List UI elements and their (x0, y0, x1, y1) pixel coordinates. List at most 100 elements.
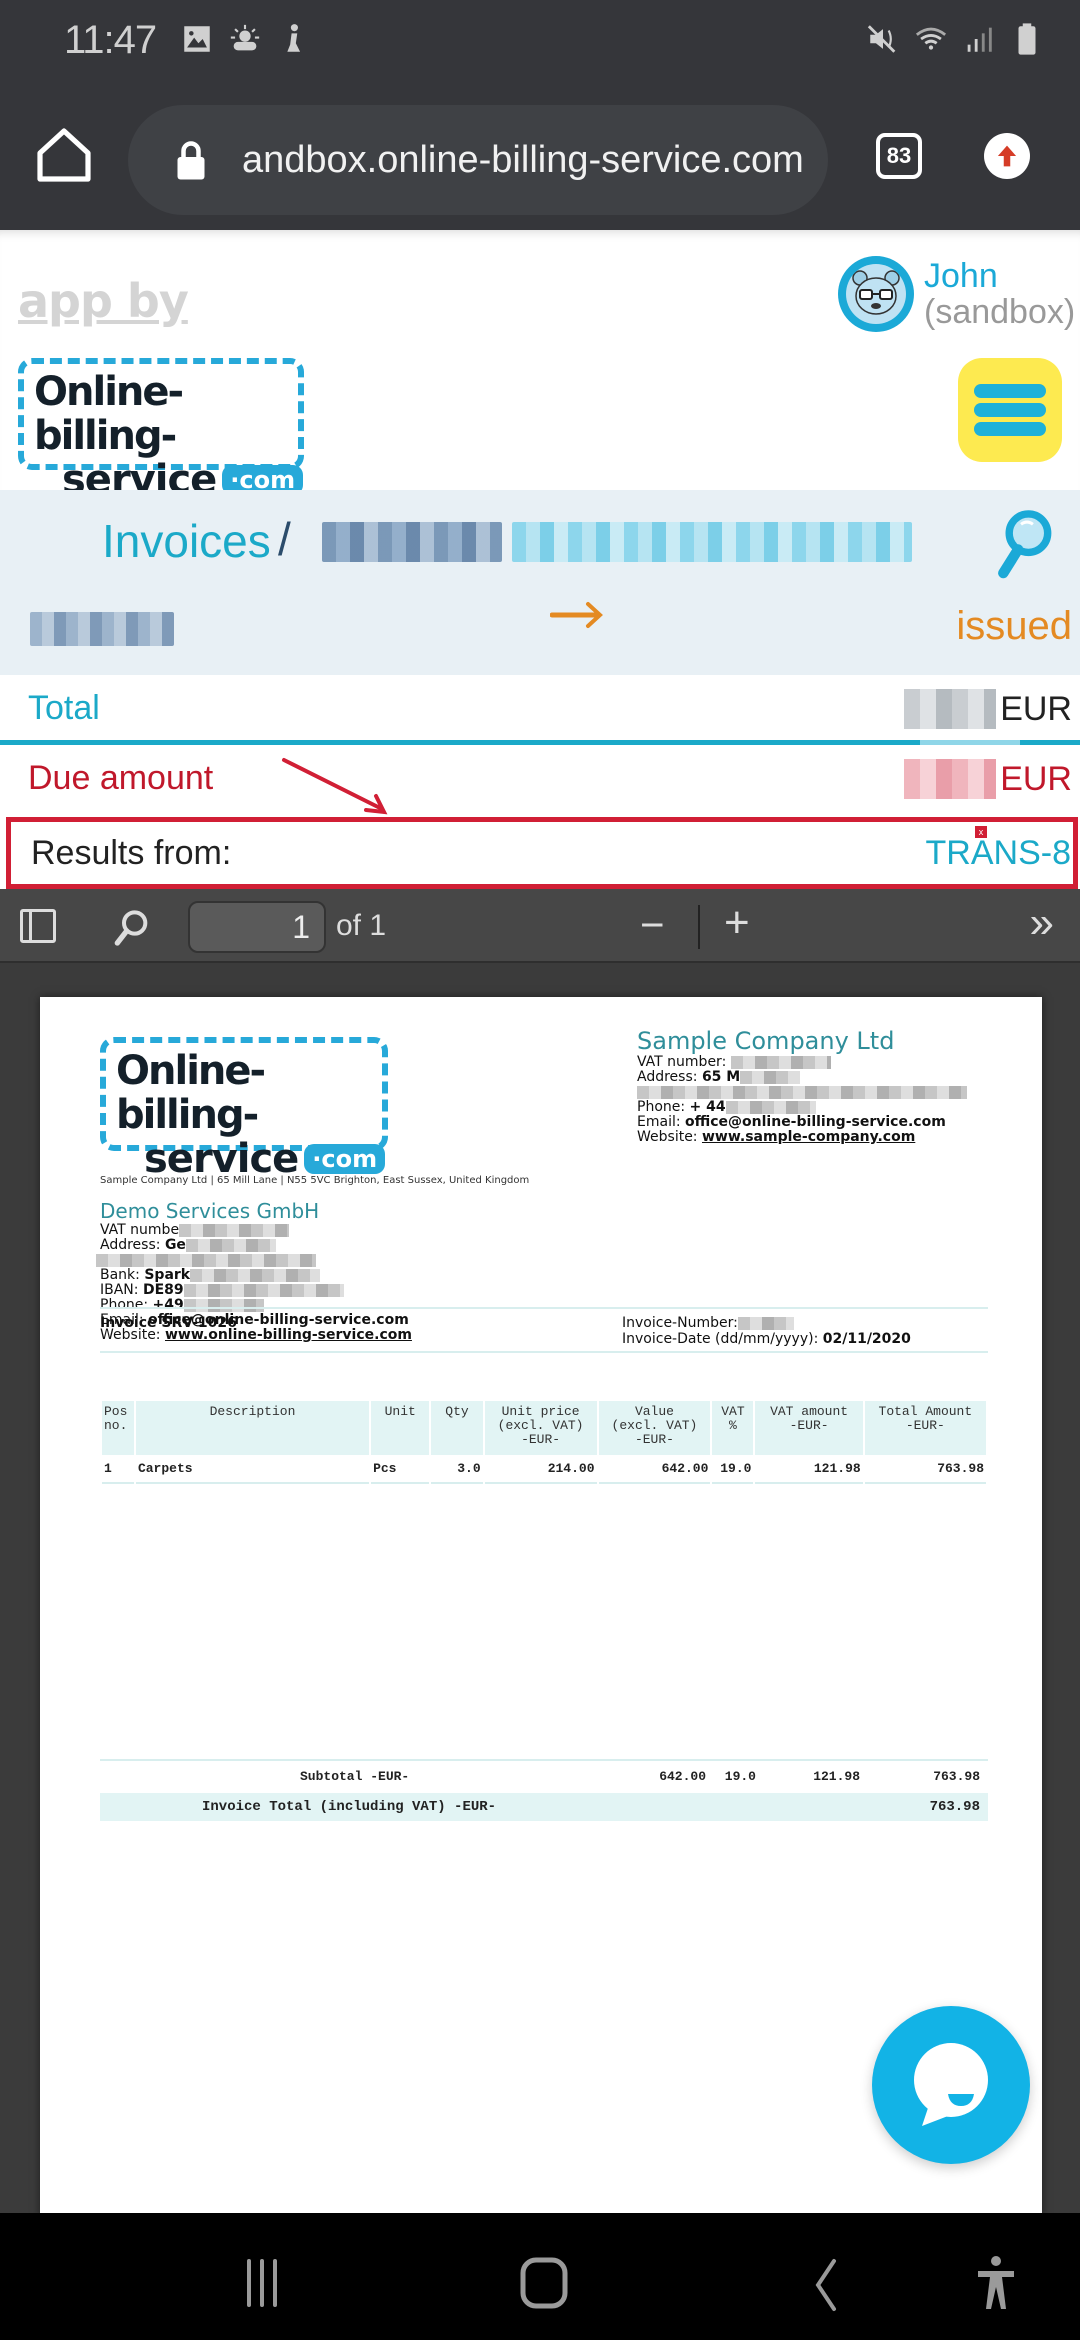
breadcrumb-separator: / (278, 513, 291, 565)
arrow-right-icon[interactable] (550, 600, 604, 630)
column-header: Total Amount -EUR- (864, 1401, 986, 1455)
invoice-number-label: Invoice-Number: (622, 1315, 738, 1331)
table-row: 1 Carpets Pcs 3.0 214.00 642.00 19.0 121.98 763.… (102, 1455, 986, 1484)
column-header-line: Unit price (501, 1404, 580, 1419)
redacted-phone (725, 1100, 816, 1114)
client-iban: DE89 (142, 1282, 184, 1298)
more-tools-button[interactable]: » (1030, 901, 1054, 945)
client-phone-label: Phone: (100, 1297, 149, 1313)
company-website-label: Website: (637, 1129, 698, 1145)
system-nav-bar (0, 2213, 1080, 2340)
client-vat-label: VAT numbe (100, 1222, 180, 1238)
column-header: Value (excl. VAT) -EUR- (598, 1401, 711, 1455)
client-bank-label: Bank: (100, 1267, 140, 1283)
home-nav-icon[interactable] (514, 2253, 574, 2313)
table-cell: Carpets (135, 1455, 370, 1484)
home-icon[interactable] (34, 125, 94, 185)
column-header-line: Qty (445, 1404, 469, 1419)
results-from-filter: Results from: x TRANS-8 (6, 817, 1078, 889)
column-header: Unit price (excl. VAT) -EUR- (484, 1401, 597, 1455)
total-currency: EUR (1000, 689, 1072, 728)
column-header: VAT amount -EUR- (755, 1401, 863, 1455)
accessibility-icon[interactable] (966, 2253, 1026, 2313)
toolbar-divider (698, 905, 700, 949)
page-number-input[interactable]: 1 (188, 901, 326, 953)
table-cell: 763.98 (864, 1455, 986, 1484)
table-cell: 1 (102, 1455, 134, 1484)
divider (100, 1351, 988, 1353)
column-header-line: -EUR- (905, 1418, 945, 1433)
avatar[interactable] (838, 256, 914, 332)
user-profile[interactable]: John (sandbox) (838, 256, 1075, 332)
column-header: Unit (371, 1401, 430, 1455)
company-address: 65 M (701, 1069, 741, 1085)
brand-logo[interactable]: Online-billing- service ·com (18, 358, 304, 502)
client-address-label: Address: (100, 1237, 161, 1253)
transaction-link[interactable]: TRANS-8 (926, 834, 1071, 873)
client-name: Demo Services GmbH (100, 1199, 320, 1223)
browser-toolbar: andbox.online-billing-service.com 83 (0, 80, 1080, 230)
recent-apps-icon[interactable] (232, 2253, 292, 2313)
weather-icon (230, 24, 260, 51)
company-vat-label: VAT number: (637, 1054, 727, 1070)
company-phone: + 44 (689, 1099, 726, 1115)
tab-switcher-button[interactable]: 83 (876, 133, 922, 179)
mute-icon (867, 25, 896, 53)
column-header: VAT% (712, 1401, 754, 1455)
table-cell: Pcs (371, 1455, 430, 1484)
update-button[interactable] (984, 133, 1030, 179)
subtotal-label: Subtotal -EUR- (300, 1769, 410, 1784)
client-phone: +49 (152, 1297, 184, 1313)
chat-button[interactable] (872, 2006, 1030, 2164)
back-icon[interactable] (796, 2253, 856, 2313)
status-time: 11:47 (64, 18, 157, 62)
subtotal-row: Subtotal -EUR- 642.00 19.0 121.98 763.98 (100, 1759, 988, 1789)
column-header: Description (135, 1401, 370, 1455)
invoice-date: 02/11/2020 (822, 1331, 911, 1347)
subtotal-total: 763.98 (933, 1769, 980, 1784)
accessibility-notification-icon (287, 24, 301, 52)
table-cell: 19.0 (712, 1455, 754, 1484)
company-name: Sample Company Ltd (637, 1027, 895, 1055)
search-icon[interactable] (994, 508, 1054, 582)
app-header: app by Online-billing- service ·com John… (0, 230, 1080, 502)
column-header-line: -EUR- (521, 1432, 561, 1447)
hamburger-bar (974, 422, 1046, 436)
column-header-line: Pos (104, 1404, 128, 1419)
signal-icon (967, 27, 992, 52)
main-menu-button[interactable] (958, 358, 1062, 462)
invoice-total-value: 763.98 (929, 1799, 980, 1815)
subtotal-vat-pct: 19.0 (724, 1769, 756, 1784)
company-email-label: Email: (637, 1114, 681, 1130)
address-bar[interactable]: andbox.online-billing-service.com (128, 105, 828, 215)
column-header: Pos no. (102, 1401, 134, 1455)
sidebar-toggle-icon[interactable] (20, 909, 56, 943)
divider (100, 1307, 988, 1309)
redacted-invoice-number (322, 522, 502, 562)
due-currency: EUR (1000, 759, 1072, 798)
redacted-client-name[interactable] (512, 522, 912, 562)
redacted-client-address-line2 (96, 1253, 316, 1267)
bear-avatar-icon (852, 270, 900, 315)
annotation-arrow-icon (282, 758, 388, 815)
redacted-invoice-number (737, 1316, 794, 1330)
search-icon[interactable] (112, 907, 152, 947)
redacted-client-address (185, 1238, 276, 1252)
zoom-out-button[interactable]: − (640, 904, 665, 946)
table-cell: 214.00 (484, 1455, 597, 1484)
column-header-line: -EUR- (634, 1432, 674, 1447)
invoice-logo-com: ·com (304, 1144, 386, 1174)
results-from-label: Results from: (31, 834, 232, 872)
company-website-link[interactable]: www.sample-company.com (702, 1129, 915, 1145)
battery-icon (1018, 23, 1036, 55)
company-phone-label: Phone: (637, 1099, 686, 1115)
url-text[interactable]: andbox.online-billing-service.com (242, 139, 804, 182)
zoom-in-button[interactable]: + (724, 901, 750, 945)
line-items-table: Pos no. Description Unit Qty Unit price (excl.… (100, 1401, 988, 1496)
user-environment: (sandbox) (924, 293, 1076, 331)
user-name[interactable]: John (924, 258, 1075, 294)
breadcrumb-invoices-link[interactable]: Invoices (102, 514, 271, 568)
due-amount-row: Due amount EUR (0, 745, 1080, 817)
status-bar: 11:47 (0, 0, 1080, 80)
column-header-line: (excl. VAT) (497, 1418, 584, 1433)
